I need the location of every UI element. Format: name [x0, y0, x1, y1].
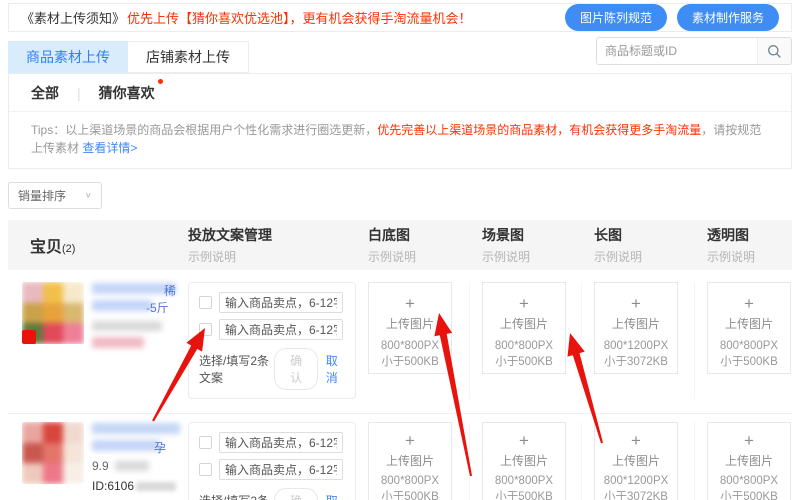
notice-highlight: 优先上传【猜你喜欢优选池】，更有机会获得手淘流量机会！ — [127, 8, 472, 27]
column-header-copy: 投放文案管理 示例说明 — [176, 225, 356, 265]
tips-highlight: 优先完善以上渠道场景的商品素材，有机会获得更多手淘流量 — [377, 123, 701, 137]
plus-icon: + — [485, 295, 563, 312]
column-header-whitebg: 白底图 示例说明 — [356, 225, 470, 265]
promo-badge — [22, 330, 36, 344]
blurred-product-image — [22, 422, 84, 484]
product-thumbnail[interactable] — [22, 422, 84, 484]
plus-icon: + — [485, 432, 563, 449]
tab-product-material-upload[interactable]: 商品素材上传 — [8, 41, 128, 73]
filter-guess-you-like-label: 猜你喜欢 — [99, 85, 155, 101]
col-copy-example[interactable]: 示例说明 — [188, 248, 356, 265]
product-thumbnail[interactable] — [22, 282, 84, 344]
whitebg-cell-2: + 上传图片 800*800PX小于500KB — [356, 422, 470, 500]
price-fragment: 9.9 — [92, 459, 109, 473]
plus-icon: + — [710, 432, 788, 449]
material-service-button[interactable]: 素材制作服务 — [677, 4, 779, 31]
image-display-spec-button[interactable]: 图片陈列规范 — [565, 4, 667, 31]
title-fragment: 稀 — [164, 282, 176, 299]
tab-shop-material-upload[interactable]: 店铺素材上传 — [128, 41, 249, 73]
copy-box: 选择/填写2条文案 确认 取消 — [188, 282, 356, 399]
sort-select[interactable]: 销量排序 ∨ — [8, 182, 102, 209]
plus-icon: + — [371, 295, 449, 312]
scene-cell-2: + 上传图片 800*800PX小于500KB — [470, 422, 582, 500]
upload-long-button[interactable]: + 上传图片 800*1200PX小于3072KB — [594, 422, 678, 500]
col-product-count: (2) — [62, 243, 75, 255]
copy-box: 选择/填写2条文案 确认 取消 — [188, 422, 356, 500]
tips-prefix: Tips：以上渠道场景的商品会根据用户个性化需求进行圈选更新， — [31, 123, 377, 137]
upload-scene-button[interactable]: + 上传图片 800*800PX小于500KB — [482, 282, 566, 374]
title-fragment: 孕 — [154, 439, 166, 456]
filter-divider: | — [77, 85, 81, 101]
long-cell-2: + 上传图片 800*1200PX小于3072KB — [582, 422, 695, 500]
selling-point-input[interactable] — [219, 292, 343, 313]
filter-guess-you-like[interactable]: 猜你喜欢 — [99, 83, 155, 103]
product-cell-2: 孕 9.9 ID:6106 — [8, 422, 176, 500]
column-header-transparent: 透明图 示例说明 — [695, 225, 790, 265]
chevron-down-icon: ∨ — [85, 191, 92, 200]
notice-bar: 《素材上传须知》 优先上传【猜你喜欢优选池】，更有机会获得手淘流量机会！ 图片陈… — [8, 3, 792, 32]
cancel-link[interactable]: 取消 — [326, 492, 345, 500]
plus-icon: + — [371, 432, 449, 449]
column-header-product: 宝贝(2) — [8, 233, 176, 257]
product-cell-1: 稀 -5斤 — [8, 282, 176, 399]
plus-icon: + — [710, 295, 788, 312]
copy-checkbox[interactable] — [199, 436, 212, 449]
title-fragment: -5斤 — [146, 299, 169, 316]
copy-hint: 选择/填写2条文案 — [199, 352, 274, 386]
filter-row: 全部 | 猜你喜欢 — [9, 74, 791, 111]
copy-cell-1: 选择/填写2条文案 确认 取消 — [176, 282, 356, 399]
product-id: ID:6106 — [92, 479, 176, 493]
upload-transparent-button[interactable]: + 上传图片 800*800PX小于500KB — [707, 282, 791, 374]
selling-point-input[interactable] — [219, 319, 343, 340]
selling-point-input[interactable] — [219, 459, 343, 480]
new-badge-dot — [158, 79, 163, 84]
notice-link[interactable]: 《素材上传须知》 — [21, 8, 125, 27]
col-scene-example[interactable]: 示例说明 — [482, 248, 582, 265]
filter-all[interactable]: 全部 — [31, 83, 59, 103]
copy-cell-2: 选择/填写2条文案 确认 取消 — [176, 422, 356, 500]
sort-label: 销量排序 — [18, 187, 66, 204]
product-info: 孕 9.9 ID:6106 — [92, 422, 176, 500]
scene-cell-1: + 上传图片 800*800PX小于500KB — [470, 282, 582, 399]
column-header-long: 长图 示例说明 — [582, 225, 695, 265]
copy-checkbox[interactable] — [199, 323, 212, 336]
tab-search-row: 商品素材上传 店铺素材上传 — [8, 41, 792, 73]
confirm-button[interactable]: 确认 — [274, 488, 317, 500]
transparent-cell-1: + 上传图片 800*800PX小于500KB — [695, 282, 790, 399]
product-info: 稀 -5斤 — [92, 282, 176, 399]
filter-panel: 全部 | 猜你喜欢 Tips：以上渠道场景的商品会根据用户个性化需求进行圈选更新… — [8, 73, 792, 169]
upload-long-button[interactable]: + 上传图片 800*1200PX小于3072KB — [594, 282, 678, 374]
search-icon — [767, 44, 782, 59]
col-transparent-example[interactable]: 示例说明 — [707, 248, 790, 265]
upload-transparent-button[interactable]: + 上传图片 800*800PX小于500KB — [707, 422, 791, 500]
search-box — [596, 37, 792, 65]
search-input[interactable] — [597, 44, 757, 58]
copy-checkbox[interactable] — [199, 463, 212, 476]
upload-whitebg-button[interactable]: + 上传图片 800*800PX小于500KB — [368, 282, 452, 374]
copy-hint: 选择/填写2条文案 — [199, 492, 274, 500]
long-cell-1: + 上传图片 800*1200PX小于3072KB — [582, 282, 695, 399]
table-header: 宝贝(2) 投放文案管理 示例说明 白底图 示例说明 场景图 示例说明 长图 示… — [8, 220, 792, 270]
col-whitebg-example[interactable]: 示例说明 — [368, 248, 470, 265]
table-row: 稀 -5斤 选择/填写2条文案 确认 取消 — [8, 270, 792, 414]
col-product-title: 宝贝 — [30, 239, 62, 256]
plus-icon: + — [597, 432, 675, 449]
transparent-cell-2: + 上传图片 800*800PX小于500KB — [695, 422, 790, 500]
upload-scene-button[interactable]: + 上传图片 800*800PX小于500KB — [482, 422, 566, 500]
copy-checkbox[interactable] — [199, 296, 212, 309]
notice-buttons: 图片陈列规范 素材制作服务 — [565, 4, 779, 31]
confirm-button[interactable]: 确认 — [274, 348, 317, 390]
upload-whitebg-button[interactable]: + 上传图片 800*800PX小于500KB — [368, 422, 452, 500]
column-header-scene: 场景图 示例说明 — [470, 225, 582, 265]
tips-row: Tips：以上渠道场景的商品会根据用户个性化需求进行圈选更新，优先完善以上渠道场… — [9, 111, 791, 168]
table-row: 孕 9.9 ID:6106 — [8, 414, 792, 500]
search-button[interactable] — [757, 38, 791, 64]
col-long-example[interactable]: 示例说明 — [594, 248, 695, 265]
whitebg-cell-1: + 上传图片 800*800PX小于500KB — [356, 282, 470, 399]
view-details-link[interactable]: 查看详情> — [82, 141, 137, 155]
material-table: 宝贝(2) 投放文案管理 示例说明 白底图 示例说明 场景图 示例说明 长图 示… — [8, 220, 792, 500]
cancel-link[interactable]: 取消 — [326, 352, 345, 386]
selling-point-input[interactable] — [219, 432, 343, 453]
plus-icon: + — [597, 295, 675, 312]
